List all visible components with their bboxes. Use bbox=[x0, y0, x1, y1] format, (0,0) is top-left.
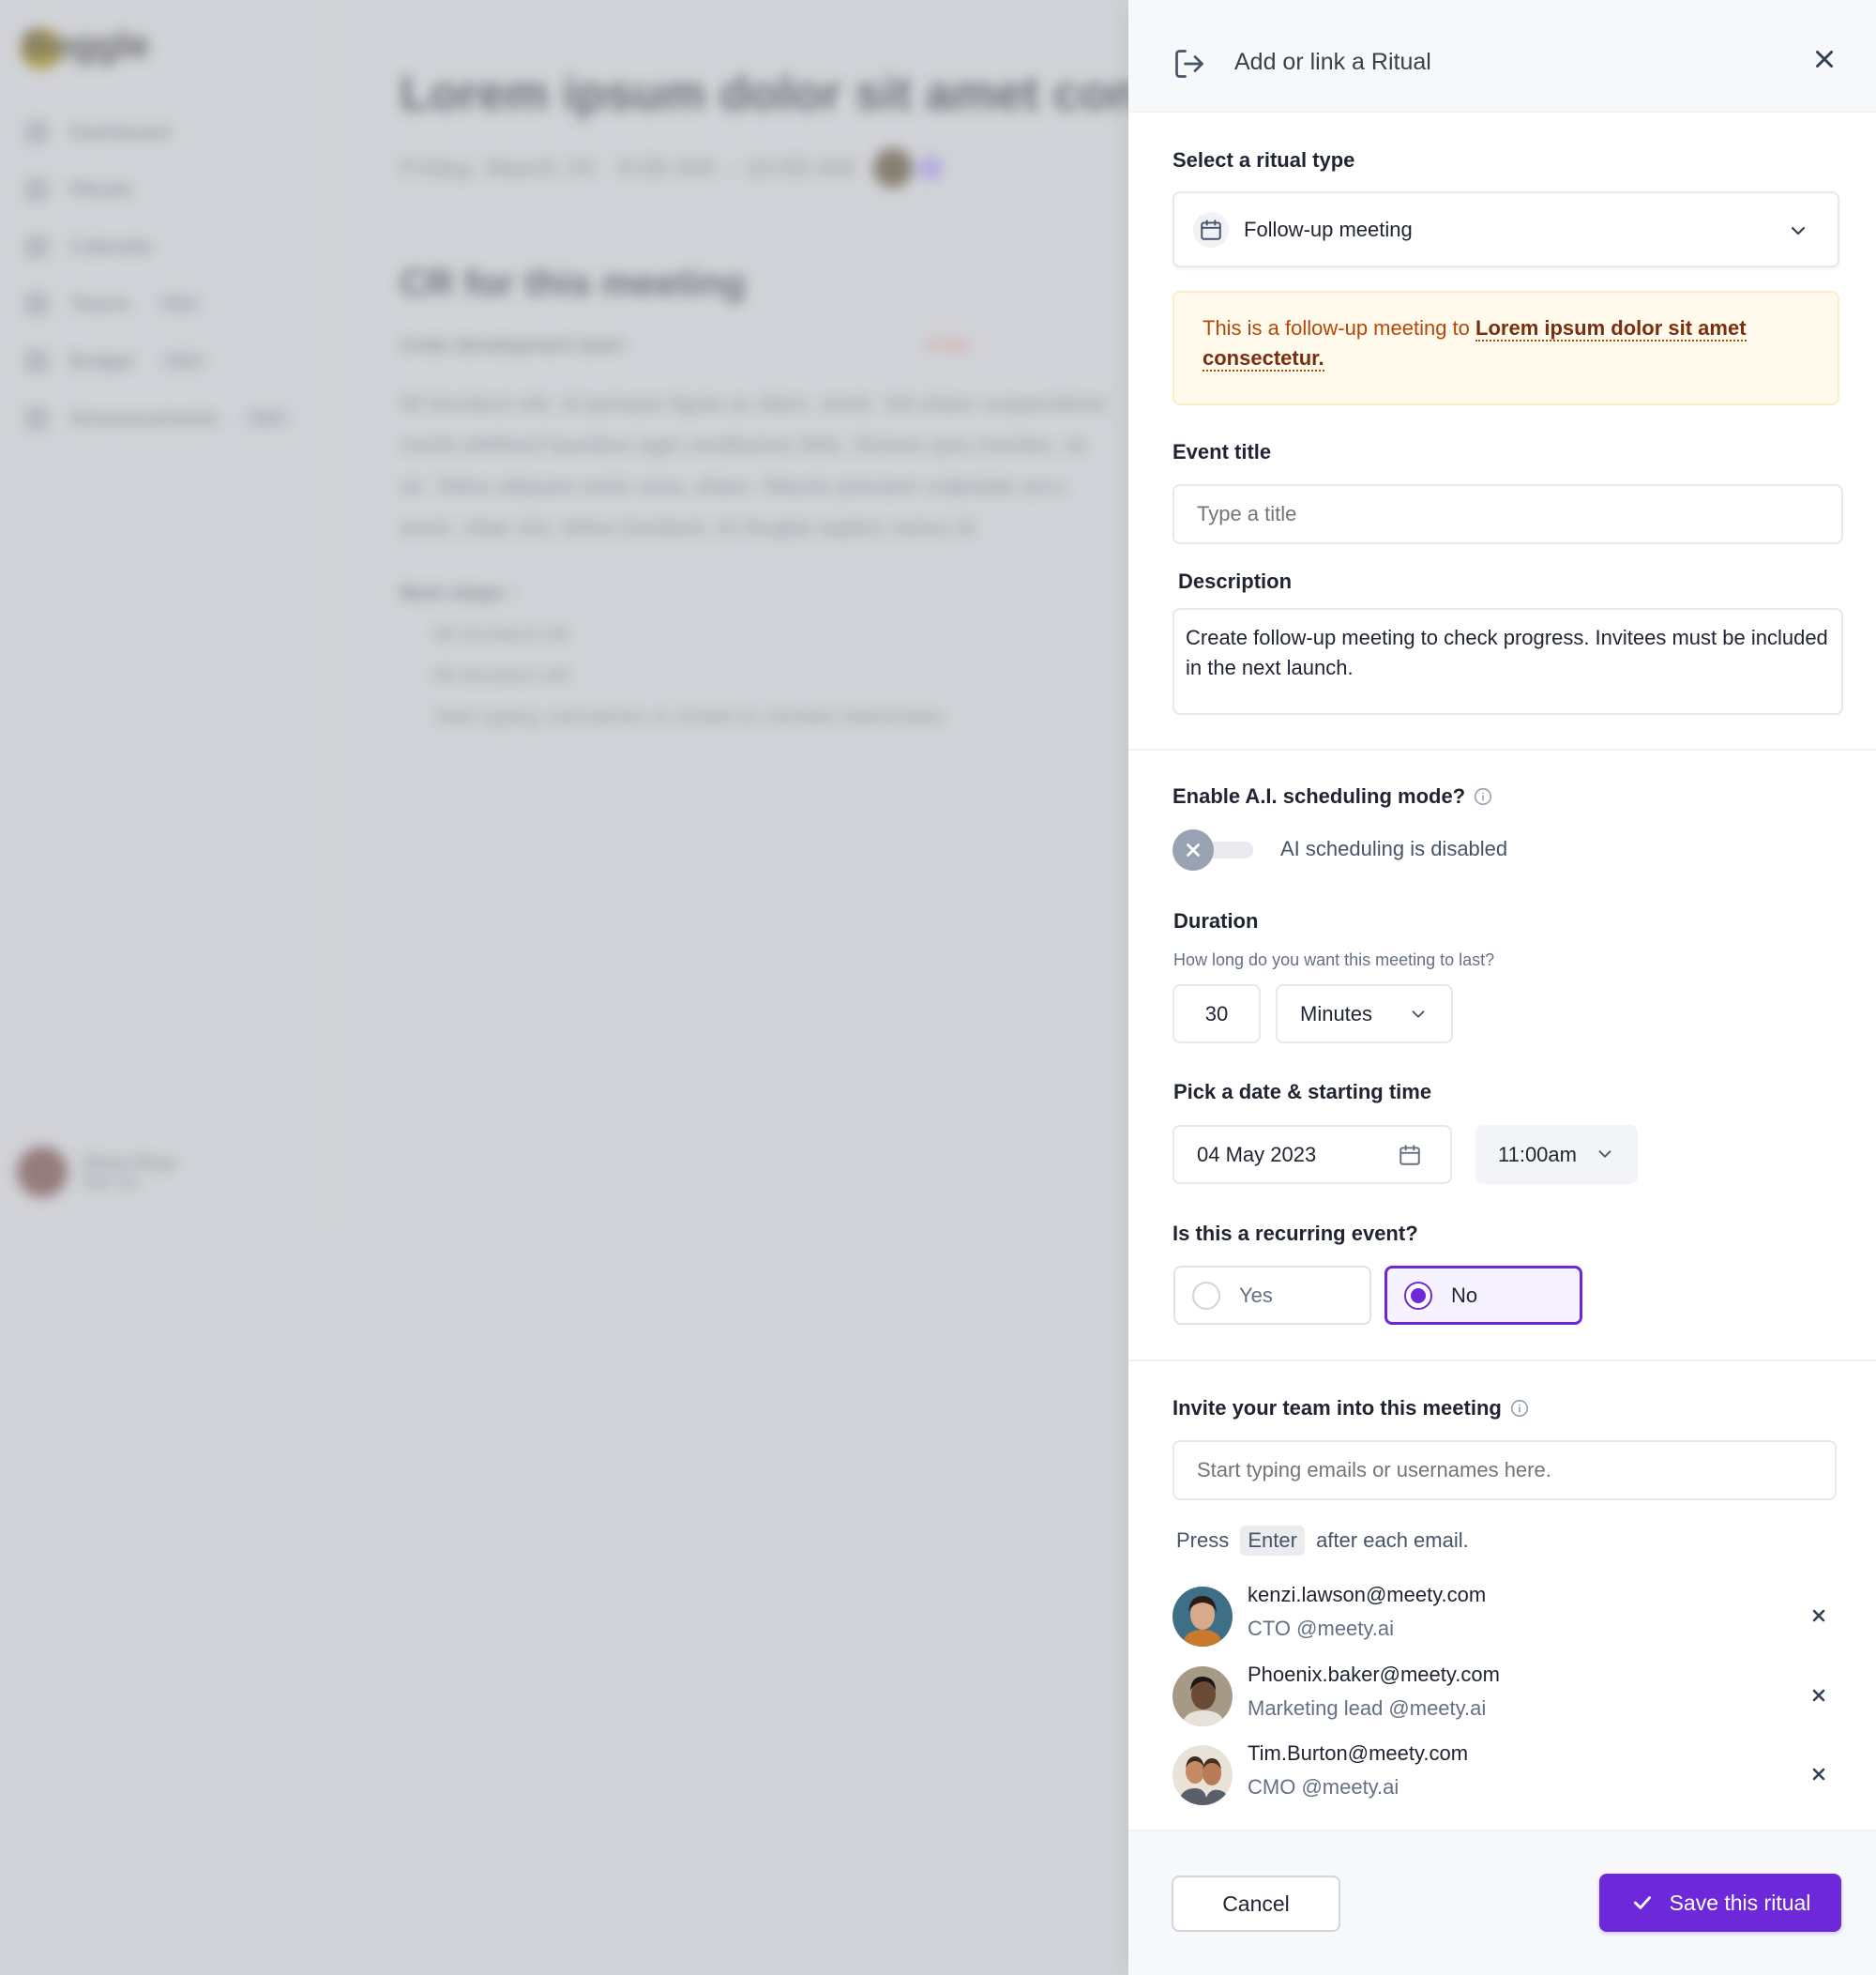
chevron-down-icon bbox=[1791, 226, 1806, 235]
invite-input[interactable] bbox=[1172, 1440, 1837, 1500]
hint-text: Press bbox=[1176, 1528, 1230, 1552]
avatar-image bbox=[1172, 1587, 1233, 1647]
ritual-type-label: Select a ritual type bbox=[1172, 148, 1355, 172]
duration-value: 30 bbox=[1204, 1001, 1229, 1025]
info-icon[interactable] bbox=[1509, 1398, 1530, 1419]
description-textarea[interactable]: Create follow-up meeting to check progre… bbox=[1172, 608, 1843, 715]
ai-scheduling-status: AI scheduling is disabled bbox=[1280, 837, 1508, 860]
recurring-yes-option[interactable]: Yes bbox=[1173, 1266, 1371, 1325]
date-picker[interactable]: 04 May 2023 bbox=[1172, 1125, 1452, 1184]
date-value: 04 May 2023 bbox=[1197, 1142, 1317, 1166]
invitee-email: kenzi.lawson@meety.com bbox=[1248, 1583, 1487, 1606]
cancel-button[interactable]: Cancel bbox=[1172, 1876, 1340, 1932]
background-app: Boggle Dashboard Rituals Calendar Teams N… bbox=[0, 0, 1128, 1975]
datetime-label: Pick a date & starting time bbox=[1173, 1080, 1432, 1103]
time-value: 11:00am bbox=[1498, 1142, 1577, 1166]
time-select[interactable]: 11:00am bbox=[1475, 1125, 1638, 1184]
description-label: Description bbox=[1178, 570, 1293, 593]
section-divider bbox=[1128, 749, 1876, 751]
recurring-no-option[interactable]: No bbox=[1384, 1266, 1582, 1325]
save-ritual-label: Save this ritual bbox=[1669, 1890, 1811, 1915]
avatar bbox=[1172, 1587, 1233, 1647]
close-icon[interactable] bbox=[1810, 45, 1838, 73]
avatar-image bbox=[1172, 1666, 1233, 1726]
drawer-footer: Cancel Save this ritual bbox=[1128, 1830, 1876, 1975]
radio-button bbox=[1192, 1281, 1220, 1310]
hint-text: after each email. bbox=[1316, 1528, 1469, 1552]
chevron-down-icon bbox=[1598, 1150, 1611, 1158]
invitee-email: Phoenix.baker@meety.com bbox=[1248, 1663, 1500, 1686]
follow-up-notice: This is a follow-up meeting to Lorem ips… bbox=[1172, 291, 1839, 405]
ai-scheduling-row: Enable A.I. scheduling mode? bbox=[1172, 784, 1493, 809]
remove-invitee-icon[interactable] bbox=[1808, 1684, 1830, 1707]
invitee-row: kenzi.lawson@meety.com CTO @meety.ai bbox=[1172, 1579, 1839, 1647]
radio-button bbox=[1404, 1281, 1432, 1310]
ritual-drawer: Add or link a Ritual Select a ritual typ… bbox=[1128, 0, 1876, 1975]
enter-key: Enter bbox=[1240, 1526, 1305, 1556]
remove-invitee-icon[interactable] bbox=[1808, 1763, 1830, 1785]
modal-overlay[interactable] bbox=[0, 0, 1128, 1975]
duration-unit-value: Minutes bbox=[1300, 1001, 1373, 1025]
remove-invitee-icon[interactable] bbox=[1808, 1604, 1830, 1627]
duration-hint: How long do you want this meeting to las… bbox=[1173, 950, 1495, 969]
drawer-title: Add or link a Ritual bbox=[1234, 49, 1431, 75]
invitee-email: Tim.Burton@meety.com bbox=[1248, 1741, 1469, 1765]
invitee-role: CTO @meety.ai bbox=[1248, 1617, 1394, 1640]
section-divider bbox=[1128, 1360, 1876, 1361]
toggle-knob bbox=[1172, 829, 1214, 871]
radio-dot bbox=[1411, 1287, 1426, 1303]
event-title-label: Event title bbox=[1172, 440, 1272, 463]
radio-label: No bbox=[1451, 1283, 1478, 1307]
ritual-type-value: Follow-up meeting bbox=[1244, 217, 1413, 241]
log-out-icon bbox=[1175, 50, 1203, 78]
duration-label: Duration bbox=[1173, 909, 1259, 933]
info-icon[interactable] bbox=[1473, 786, 1493, 807]
recurring-label: Is this a recurring event? bbox=[1172, 1222, 1418, 1245]
event-title-input[interactable] bbox=[1172, 484, 1843, 544]
invitee-row: Tim.Burton@meety.com CMO @meety.ai bbox=[1172, 1738, 1839, 1805]
calendar-icon-wrap bbox=[1193, 211, 1229, 248]
invite-hint: Press Enter after each email. bbox=[1176, 1526, 1469, 1556]
calendar-icon bbox=[1201, 219, 1221, 240]
chevron-down-icon bbox=[1412, 1010, 1425, 1018]
calendar-icon bbox=[1399, 1145, 1420, 1165]
description-text: Create follow-up meeting to check progre… bbox=[1186, 626, 1828, 679]
ai-scheduling-label: Enable A.I. scheduling mode? bbox=[1172, 784, 1466, 808]
avatar bbox=[1172, 1745, 1233, 1805]
avatar-image bbox=[1172, 1745, 1233, 1805]
invite-label: Invite your team into this meeting bbox=[1172, 1396, 1502, 1420]
check-icon bbox=[1633, 1896, 1651, 1909]
duration-unit-select[interactable]: Minutes bbox=[1276, 984, 1453, 1043]
invitee-row: Phoenix.baker@meety.com Marketing lead @… bbox=[1172, 1659, 1839, 1726]
close-icon bbox=[1187, 843, 1200, 857]
save-ritual-button[interactable]: Save this ritual bbox=[1599, 1874, 1841, 1932]
invitee-role: Marketing lead @meety.ai bbox=[1248, 1696, 1487, 1720]
drawer-header: Add or link a Ritual bbox=[1128, 0, 1876, 113]
notice-text: This is a follow-up meeting to bbox=[1203, 316, 1476, 340]
invitee-role: CMO @meety.ai bbox=[1248, 1775, 1399, 1799]
invite-label-row: Invite your team into this meeting bbox=[1172, 1396, 1530, 1420]
radio-label: Yes bbox=[1239, 1283, 1273, 1307]
avatar bbox=[1172, 1666, 1233, 1726]
ai-scheduling-toggle[interactable] bbox=[1172, 829, 1255, 871]
ritual-type-select[interactable]: Follow-up meeting bbox=[1172, 191, 1839, 267]
duration-input[interactable]: 30 bbox=[1172, 984, 1261, 1043]
